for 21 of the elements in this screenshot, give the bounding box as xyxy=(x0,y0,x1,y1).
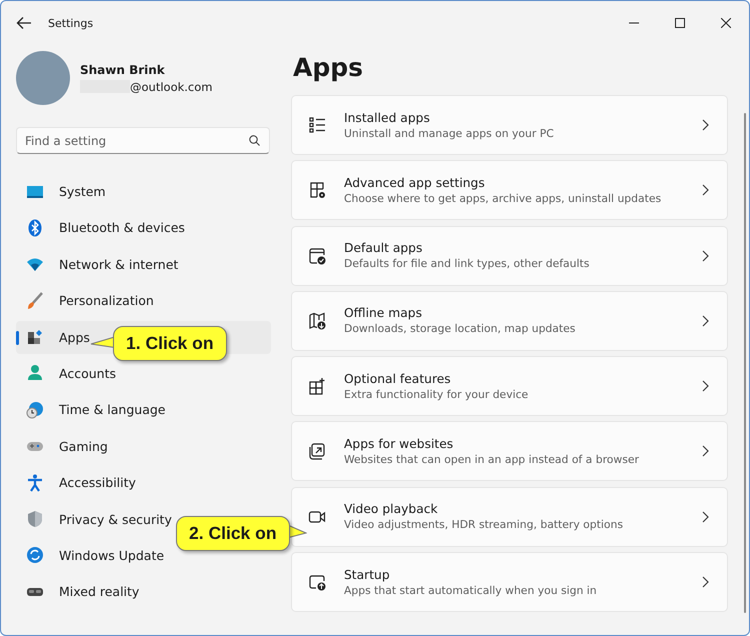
card-description: Websites that can open in an app instead of a browser xyxy=(344,452,640,466)
card-title: Apps for websites xyxy=(344,436,454,451)
card-description: Defaults for file and link types, other defaults xyxy=(344,257,590,270)
card-description: Apps that start automatically when you sign in xyxy=(344,584,598,597)
card-description: Downloads, storage location, map updates xyxy=(344,322,576,336)
callout-label: 1. Click on xyxy=(113,326,227,361)
card-title: Advanced app settings xyxy=(344,176,486,190)
card-description: Video adjustments, HDR streaming, battery options xyxy=(344,518,624,532)
card-title: Offline maps xyxy=(344,306,423,320)
card-description: Uninstall and manage apps on your PC xyxy=(344,126,555,140)
card-title: Installed apps xyxy=(344,110,431,124)
card-description: Choose where to get apps, archive apps, uninstall updates xyxy=(344,192,662,205)
card-title: Startup xyxy=(344,568,391,582)
card-title: Default apps xyxy=(344,241,424,256)
window-title: Settings xyxy=(48,16,94,30)
profile-email: @outlook.com xyxy=(130,80,212,94)
card-title: Optional features xyxy=(344,372,452,386)
page-title: Apps xyxy=(293,53,364,82)
card-title: Video playback xyxy=(344,502,439,516)
card-description: Extra functionality for your device xyxy=(344,388,530,401)
profile-name: Shawn Brink xyxy=(80,62,166,76)
